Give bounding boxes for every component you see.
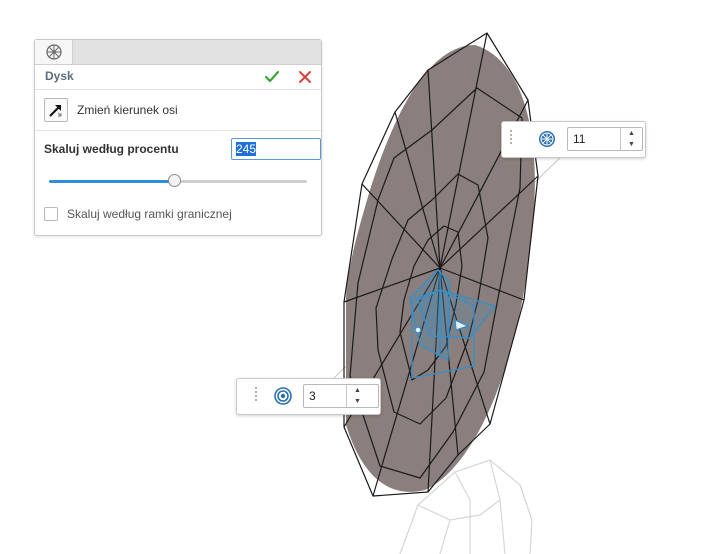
- close-icon[interactable]: [296, 68, 314, 86]
- scale-percent-label: Skaluj według procentu: [44, 142, 179, 156]
- slider-fill: [49, 180, 176, 183]
- rings-spinbox: 3 ▲ ▼: [236, 378, 381, 415]
- rings-icon: [274, 387, 292, 405]
- scale-slider[interactable]: [49, 173, 307, 189]
- disc-dialog: Dysk Zmień kierunek osi Skaluj według pr…: [34, 39, 322, 236]
- segments-icon: [539, 131, 555, 147]
- change-axis-direction-label: Zmień kierunek osi: [77, 103, 178, 117]
- segments-value: 11: [573, 132, 586, 146]
- decrement-button[interactable]: ▼: [621, 139, 642, 150]
- drag-handle-icon[interactable]: [510, 128, 513, 150]
- flip-direction-icon: [49, 105, 62, 117]
- divider: [35, 130, 321, 131]
- divider: [35, 89, 321, 90]
- dialog-title: Dysk: [45, 69, 74, 83]
- dialog-header: Dysk: [35, 65, 321, 89]
- change-axis-direction-button[interactable]: [44, 98, 68, 122]
- slider-thumb[interactable]: [168, 174, 182, 187]
- bounding-box-checkbox[interactable]: [44, 207, 58, 221]
- disc-feature-icon: [45, 44, 62, 60]
- rings-value: 3: [309, 389, 316, 403]
- bounding-box-label: Skaluj według ramki granicznej: [67, 207, 232, 221]
- scale-percent-input[interactable]: [231, 138, 321, 160]
- increment-button[interactable]: ▲: [621, 128, 642, 139]
- segments-spinbox: 11 ▲ ▼: [501, 121, 646, 158]
- rings-field[interactable]: 3 ▲ ▼: [303, 384, 379, 408]
- increment-button[interactable]: ▲: [347, 385, 368, 396]
- segments-field[interactable]: 11 ▲ ▼: [567, 127, 643, 151]
- dialog-tab[interactable]: [35, 40, 73, 64]
- disc-mesh[interactable]: [343, 32, 539, 497]
- drag-handle-icon[interactable]: [255, 385, 258, 407]
- decrement-button[interactable]: ▼: [347, 396, 368, 407]
- dialog-tabbar: [35, 40, 321, 65]
- check-icon[interactable]: [263, 68, 281, 86]
